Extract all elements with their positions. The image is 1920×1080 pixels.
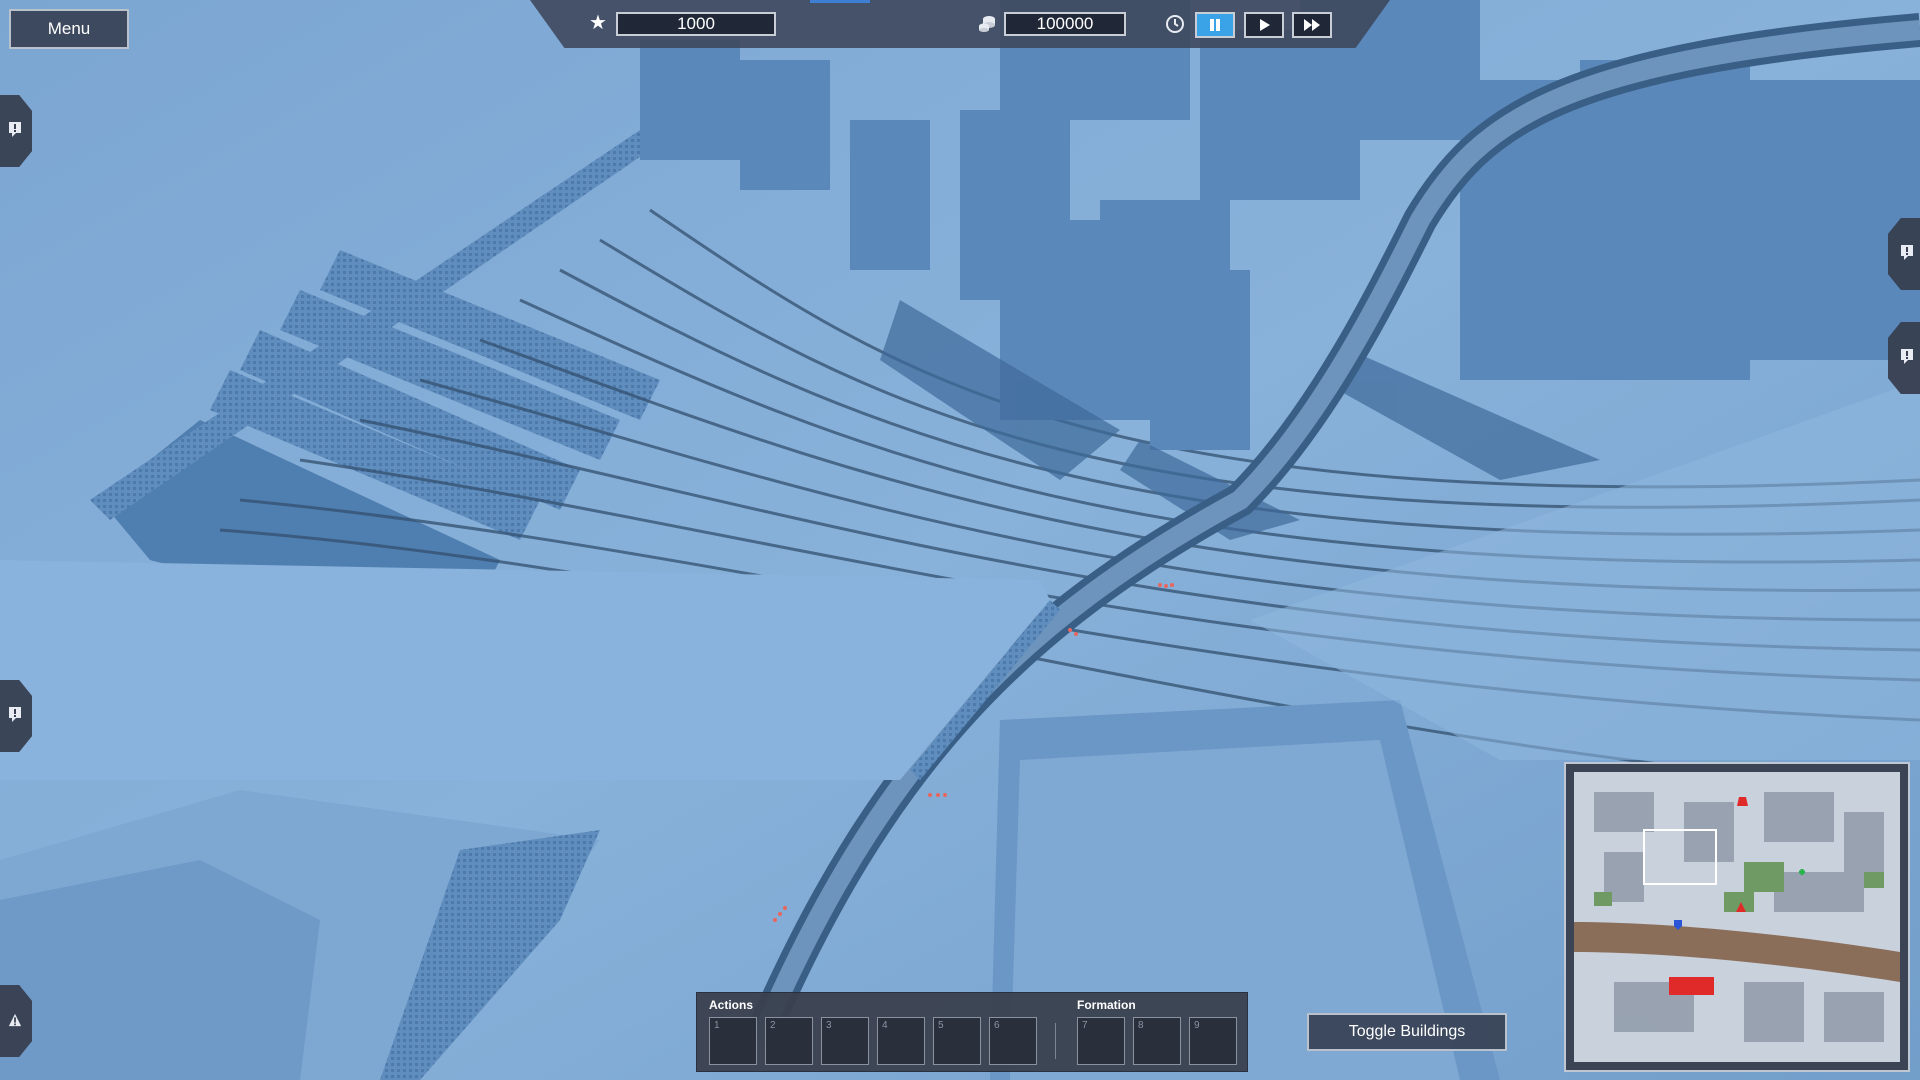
minimap-red-zone [1669, 977, 1714, 995]
menu-button[interactable]: Menu [9, 9, 129, 49]
action-slot[interactable]: 6 [989, 1017, 1037, 1065]
exclamation-icon [1901, 349, 1913, 364]
minimap[interactable] [1564, 762, 1910, 1072]
exclamation-icon [1901, 245, 1913, 260]
pause-icon [1210, 19, 1220, 31]
star-icon: ★ [589, 12, 607, 34]
formation-slot[interactable]: 8 [1133, 1017, 1181, 1065]
stars-value: 1000 [616, 12, 776, 36]
fast-forward-button[interactable] [1292, 12, 1332, 38]
action-slot[interactable]: 2 [765, 1017, 813, 1065]
formation-label: Formation [1077, 998, 1136, 1012]
money-value: 100000 [1004, 12, 1126, 36]
formation-slot[interactable]: 7 [1077, 1017, 1125, 1065]
clock-icon [1166, 15, 1184, 33]
formation-slot[interactable]: 9 [1189, 1017, 1237, 1065]
panel-divider [1055, 1023, 1056, 1059]
exclamation-icon [9, 122, 21, 137]
toggle-buildings-button[interactable]: Toggle Buildings [1307, 1013, 1507, 1051]
pause-button[interactable] [1195, 12, 1235, 38]
action-slot[interactable]: 4 [877, 1017, 925, 1065]
right-alert-tab-1[interactable] [1888, 218, 1920, 290]
play-button[interactable] [1244, 12, 1284, 38]
action-slot[interactable]: 5 [933, 1017, 981, 1065]
play-icon [1260, 19, 1270, 31]
action-slot[interactable]: 1 [709, 1017, 757, 1065]
left-alert-tab-1[interactable] [0, 95, 32, 167]
fast-forward-icon [1304, 19, 1320, 31]
actions-panel: Actions Formation 1 2 3 4 5 6 7 8 9 [696, 992, 1248, 1072]
left-alert-tab-2[interactable] [0, 680, 32, 752]
coins-icon [979, 16, 995, 32]
action-slot[interactable]: 3 [821, 1017, 869, 1065]
top-bar-accent [810, 0, 870, 3]
left-warning-tab[interactable] [0, 985, 32, 1057]
minimap-map[interactable] [1574, 772, 1900, 1062]
warning-icon [8, 1013, 22, 1027]
exclamation-icon [9, 707, 21, 722]
right-alert-tab-2[interactable] [1888, 322, 1920, 394]
actions-label: Actions [709, 998, 754, 1012]
